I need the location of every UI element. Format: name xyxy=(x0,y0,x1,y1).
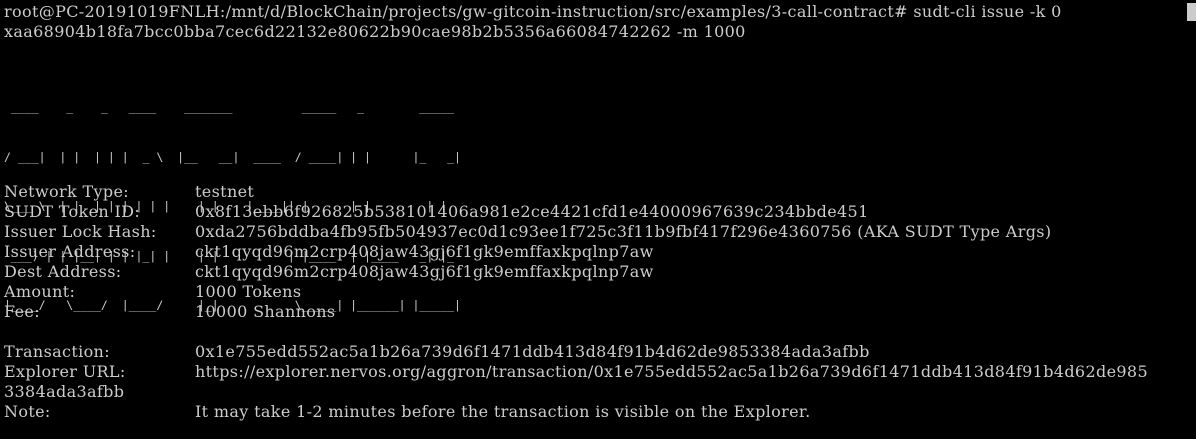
network-type-label: Network Type: xyxy=(4,182,130,201)
issuer-lock-hash-value: 0xda2756bddba4fb95fb504937ec0d1c93ee1f72… xyxy=(195,222,1052,241)
network-type-value: testnet xyxy=(195,182,255,201)
note-value: It may take 1-2 minutes before the trans… xyxy=(195,402,811,421)
explorer-url-label: Explorer URL: xyxy=(4,362,126,381)
transaction-value: 0x1e755edd552ac5a1b26a739d6f1471ddb413d8… xyxy=(195,342,870,361)
transaction-label: Transaction: xyxy=(4,342,110,361)
sudt-token-id-value: 0x8f13ebb6f926825b538101406a981e2ce4421c… xyxy=(195,202,869,221)
amount-label: Amount: xyxy=(4,282,76,301)
terminal-window[interactable]: root@PC-20191019FNLH:/mnt/d/BlockChain/p… xyxy=(0,0,1196,439)
text-cursor xyxy=(1187,3,1196,21)
explorer-url-link[interactable]: https://explorer.nervos.org/aggron/trans… xyxy=(195,362,1148,382)
issuer-address-value: ckt1qyqd96m2crp408jaw43gj6f1gk9emffaxkpq… xyxy=(195,242,654,261)
fee-value: 10000 Shannons xyxy=(195,302,336,321)
command-line-2: xaa68904b18fa7bcc0bba7cec6d22132e80622b9… xyxy=(4,22,746,41)
banner-line: / ___| | | | | | _ \ |__ __| ____ / ____… xyxy=(4,149,461,164)
dest-address-label: Dest Address: xyxy=(4,262,122,281)
note-label: Note: xyxy=(4,402,51,421)
issuer-lock-hash-label: Issuer Lock Hash: xyxy=(4,222,157,241)
dest-address-value: ckt1qyqd96m2crp408jaw43gj6f1gk9emffaxkpq… xyxy=(195,262,654,281)
banner-line: ____ _ _ ____ _______ _____ _ _____ xyxy=(4,100,461,114)
fee-label: Fee: xyxy=(4,302,40,321)
explorer-url-wrap[interactable]: 3384ada3afbb xyxy=(4,382,124,402)
sudt-token-id-label: SUDT Token ID: xyxy=(4,202,141,221)
issuer-address-label: Issuer Address: xyxy=(4,242,136,261)
amount-value: 1000 Tokens xyxy=(195,282,302,301)
command-line-1: root@PC-20191019FNLH:/mnt/d/BlockChain/p… xyxy=(4,2,1062,21)
